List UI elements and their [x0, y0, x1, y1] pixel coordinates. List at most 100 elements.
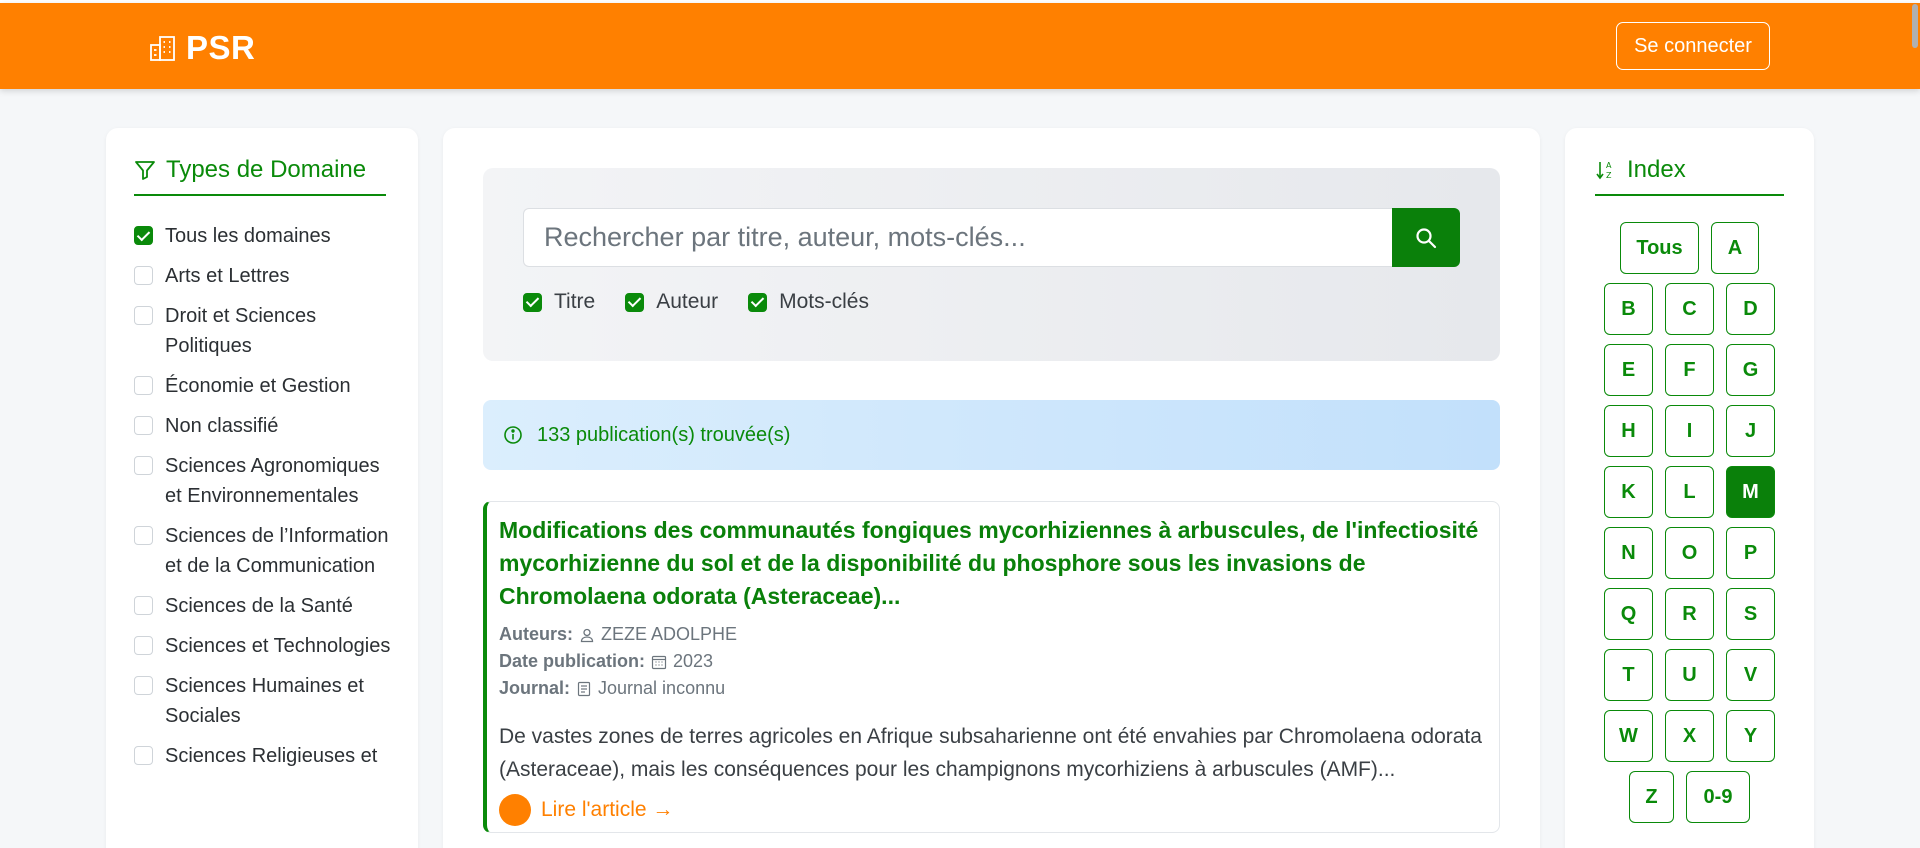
domain-option[interactable]: Sciences de l’Information et de la Commu…: [134, 521, 394, 581]
domain-checkbox[interactable]: [134, 416, 153, 435]
domain-label: Économie et Gestion: [165, 375, 351, 397]
domain-checkbox[interactable]: [134, 596, 153, 615]
search-panel: Titre Auteur Mots-clés: [483, 168, 1500, 361]
domain-checkbox[interactable]: [134, 266, 153, 285]
index-letter-k[interactable]: K: [1604, 466, 1653, 518]
domain-option[interactable]: Arts et Lettres: [134, 261, 394, 291]
read-article-link[interactable]: Lire l'article →: [499, 794, 673, 826]
search-bar: [523, 208, 1460, 267]
domain-label: Non classifié: [165, 415, 279, 437]
index-letter-x[interactable]: X: [1665, 710, 1714, 762]
main-content: Titre Auteur Mots-clés 133 publication(s) …: [443, 128, 1540, 848]
index-letter-f[interactable]: F: [1665, 344, 1714, 396]
domain-label: Tous les domaines: [165, 225, 331, 247]
index-letter-t[interactable]: T: [1604, 649, 1653, 701]
domain-checkbox[interactable]: [134, 456, 153, 475]
publication-journal: Journal: Journal inconnu: [499, 678, 725, 699]
index-letter-r[interactable]: R: [1665, 588, 1714, 640]
search-input[interactable]: [523, 208, 1392, 267]
domain-checkbox[interactable]: [134, 636, 153, 655]
search-option-label: Mots-clés: [779, 290, 869, 313]
index-letter-b[interactable]: B: [1604, 283, 1653, 335]
domain-option[interactable]: Sciences et Technologies: [134, 631, 394, 661]
domain-option[interactable]: Droit et Sciences Politiques: [134, 301, 394, 361]
index-letter-j[interactable]: J: [1726, 405, 1775, 457]
index-letter-m[interactable]: M: [1726, 466, 1775, 518]
search-icon: [1416, 227, 1437, 248]
index-letter-e[interactable]: E: [1604, 344, 1653, 396]
login-button[interactable]: Se connecter: [1616, 22, 1770, 70]
brand-name: PSR: [186, 29, 256, 66]
index-letter-g[interactable]: G: [1726, 344, 1775, 396]
index-row: Z 0-9: [1565, 771, 1814, 823]
search-option[interactable]: Titre: [523, 290, 595, 314]
index-row: TUV: [1565, 649, 1814, 701]
domain-option[interactable]: Sciences Humaines et Sociales: [134, 671, 394, 731]
search-button[interactable]: [1392, 208, 1460, 267]
orange-dot-icon: [499, 794, 531, 826]
search-option-label: Titre: [554, 290, 596, 313]
domain-option[interactable]: Sciences Agronomiques et Environnemental…: [134, 451, 394, 511]
domain-checkbox[interactable]: [134, 226, 153, 245]
domain-label: Sciences et Technologies: [165, 635, 391, 657]
index-row: KLM: [1565, 466, 1814, 518]
publication-abstract: De vastes zones de terres agricoles en A…: [499, 725, 1482, 781]
search-option-checkbox[interactable]: [748, 292, 768, 312]
search-option-checkbox[interactable]: [625, 292, 645, 312]
index-letter-z[interactable]: Z: [1629, 771, 1674, 823]
search-option-checkbox[interactable]: [523, 292, 542, 312]
index-letter-u[interactable]: U: [1665, 649, 1714, 701]
domain-option[interactable]: Tous les domaines: [134, 221, 394, 251]
index-letter-c[interactable]: C: [1665, 283, 1714, 335]
domain-option[interactable]: Non classifié: [134, 411, 394, 441]
index-letter-d[interactable]: D: [1726, 283, 1775, 335]
domain-option[interactable]: Sciences de la Santé: [134, 591, 394, 621]
index-letter-0-9[interactable]: 0-9: [1686, 771, 1750, 823]
publication-card: Modifications des communautés fongiques …: [483, 501, 1500, 833]
index-letter-s[interactable]: S: [1726, 588, 1775, 640]
index-letter-p[interactable]: P: [1726, 527, 1775, 579]
domain-filter-title: Types de Domaine: [166, 156, 367, 183]
authors-label: Auteurs:: [499, 624, 574, 644]
brand-logo[interactable]: PSR: [148, 29, 255, 67]
search-scope-options: Titre Auteur Mots-clés: [523, 290, 869, 314]
page-scrollbar[interactable]: [1912, 4, 1918, 48]
domain-checkbox[interactable]: [134, 676, 153, 695]
index-letter-a[interactable]: A: [1711, 222, 1759, 274]
search-option-label: Auteur: [656, 290, 719, 313]
domain-checkbox[interactable]: [134, 306, 153, 325]
index-title: Index: [1627, 156, 1686, 183]
publication-authors: Auteurs: ZEZE ADOLPHE: [499, 624, 737, 645]
index-letter-w[interactable]: W: [1604, 710, 1653, 762]
journal-label: Journal:: [499, 678, 571, 698]
journal-value: Journal inconnu: [598, 678, 726, 698]
domain-checkbox[interactable]: [134, 526, 153, 545]
domain-label: Sciences Religieuses et: [165, 745, 378, 767]
search-option[interactable]: Mots-clés: [748, 290, 869, 314]
building-icon: [150, 36, 175, 61]
result-count-text: 133 publication(s) trouvée(s): [537, 423, 791, 446]
domain-option[interactable]: Économie et Gestion: [134, 371, 394, 401]
publication-date: Date publication: 2023: [499, 651, 713, 672]
domain-option[interactable]: Sciences Religieuses et: [134, 741, 394, 771]
domain-checkbox[interactable]: [134, 746, 153, 765]
index-letter-y[interactable]: Y: [1726, 710, 1775, 762]
date-label: Date publication:: [499, 651, 646, 671]
index-letter-h[interactable]: H: [1604, 405, 1653, 457]
index-row: QRS: [1565, 588, 1814, 640]
index-letter-q[interactable]: Q: [1604, 588, 1653, 640]
publication-title[interactable]: Modifications des communautés fongiques …: [499, 514, 1489, 613]
index-heading: A Z Index: [1595, 156, 1784, 196]
domain-label: Arts et Lettres: [165, 265, 290, 287]
domain-checkbox[interactable]: [134, 376, 153, 395]
index-letter-v[interactable]: V: [1726, 649, 1775, 701]
index-letter-tous[interactable]: Tous: [1620, 222, 1699, 274]
index-row: NOP: [1565, 527, 1814, 579]
domain-label: Sciences Humaines et Sociales: [165, 675, 364, 727]
index-letter-n[interactable]: N: [1604, 527, 1653, 579]
search-option[interactable]: Auteur: [625, 290, 718, 314]
info-icon: [504, 426, 522, 444]
index-letter-i[interactable]: I: [1665, 405, 1714, 457]
index-letter-l[interactable]: L: [1665, 466, 1714, 518]
index-letter-o[interactable]: O: [1665, 527, 1714, 579]
